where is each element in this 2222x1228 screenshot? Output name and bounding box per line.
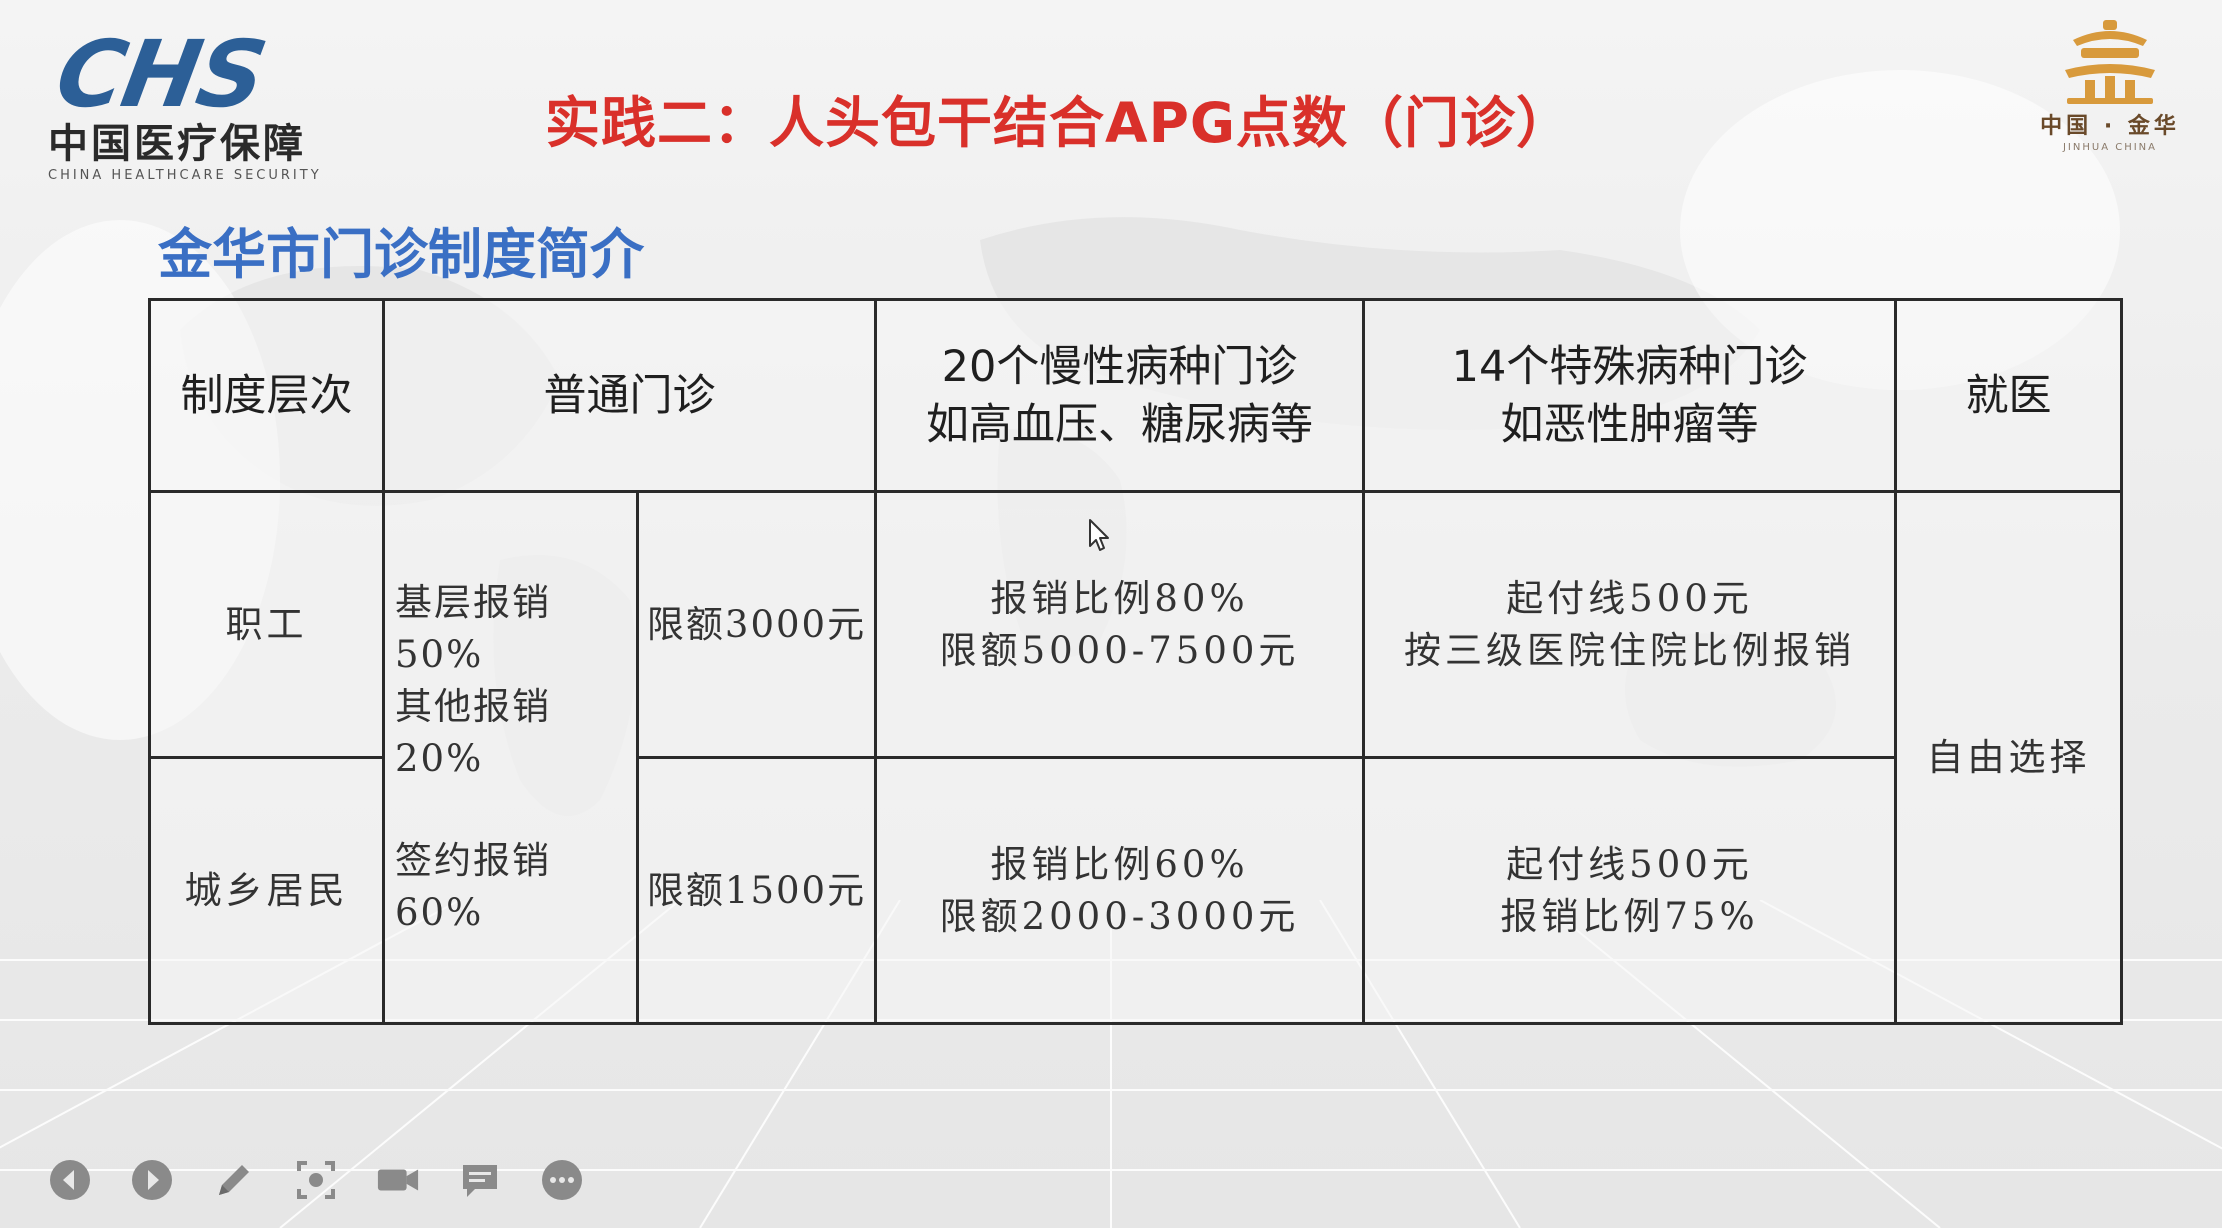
jinhua-emblem-icon bbox=[2065, 20, 2155, 104]
header-special-line1: 14个特殊病种门诊 bbox=[1451, 341, 1808, 392]
header-visit: 就医 bbox=[1894, 298, 2123, 493]
camera-icon[interactable] bbox=[376, 1158, 420, 1202]
resident-chronic-line2: 限额2000-3000元 bbox=[939, 894, 1300, 938]
header-special: 14个特殊病种门诊 如恶性肿瘤等 bbox=[1362, 298, 1897, 493]
pen-icon[interactable] bbox=[212, 1158, 256, 1202]
resident-chronic-line1: 报销比例60% bbox=[990, 842, 1249, 886]
chs-logo-mark: CHS bbox=[48, 21, 273, 128]
header-chronic-line2: 如高血压、糖尿病等 bbox=[926, 399, 1313, 450]
table-row: 职工 基层报销50% 其他报销20% 签约报销60% 限额3000元 报销比例8… bbox=[148, 490, 2123, 1025]
outpatient-system-table: 制度层次 普通门诊 20个慢性病种门诊 如高血压、糖尿病等 14个特殊病种门诊 … bbox=[148, 298, 2123, 1025]
chs-logo: CHS 中国医疗保障 CHINA HEALTHCARE SECURITY bbox=[48, 21, 388, 183]
jinhua-logo-chinese: 中国 · 金华 bbox=[2040, 114, 2180, 139]
prev-icon[interactable] bbox=[48, 1158, 92, 1202]
header-special-line2: 如恶性肿瘤等 bbox=[1500, 399, 1759, 450]
employee-special-line2: 按三级医院住院比例报销 bbox=[1404, 628, 1855, 672]
employee-special-line1: 起付线500元 bbox=[1506, 576, 1753, 620]
jinhua-logo-english: JINHUA CHINA bbox=[2062, 142, 2157, 153]
screenshot-icon[interactable] bbox=[294, 1158, 338, 1202]
header-general: 普通门诊 bbox=[382, 298, 877, 493]
row-label-employee: 职工 bbox=[148, 490, 385, 759]
resident-chronic: 报销比例60% 限额2000-3000元 bbox=[874, 756, 1365, 1025]
comment-icon[interactable] bbox=[458, 1158, 502, 1202]
chs-logo-english: CHINA HEALTHCARE SECURITY bbox=[48, 168, 322, 183]
mouse-pointer-icon bbox=[1089, 519, 1109, 551]
general-line3: 签约报销60% bbox=[395, 838, 551, 934]
employee-chronic-line2: 限额5000-7500元 bbox=[939, 628, 1300, 672]
resident-limit: 限额1500元 bbox=[636, 756, 877, 1025]
row-label-resident: 城乡居民 bbox=[148, 756, 385, 1025]
header-chronic: 20个慢性病种门诊 如高血压、糖尿病等 bbox=[874, 298, 1365, 493]
chs-logo-chinese: 中国医疗保障 bbox=[48, 121, 306, 167]
employee-chronic: 报销比例80% 限额5000-7500元 bbox=[874, 490, 1365, 759]
resident-special: 起付线500元 报销比例75% bbox=[1362, 756, 1897, 1025]
slide-title: 实践二：人头包干结合APG点数（门诊） bbox=[545, 91, 1573, 155]
section-subtitle: 金华市门诊制度简介 bbox=[158, 223, 644, 286]
resident-special-line2: 报销比例75% bbox=[1500, 894, 1759, 938]
header-chronic-line1: 20个慢性病种门诊 bbox=[941, 341, 1298, 392]
next-icon[interactable] bbox=[130, 1158, 174, 1202]
resident-special-line1: 起付线500元 bbox=[1506, 842, 1753, 886]
general-line1: 基层报销50% bbox=[395, 580, 551, 676]
general-line2: 其他报销20% bbox=[395, 684, 551, 780]
jinhua-logo: 中国 · 金华 JINHUA CHINA bbox=[2020, 18, 2200, 168]
visit-choice-cell: 自由选择 bbox=[1894, 490, 2123, 1025]
table-header-row: 制度层次 普通门诊 20个慢性病种门诊 如高血压、糖尿病等 14个特殊病种门诊 … bbox=[148, 298, 2123, 493]
general-reimbursement-cell: 基层报销50% 其他报销20% 签约报销60% bbox=[382, 490, 639, 1025]
more-icon[interactable] bbox=[540, 1158, 584, 1202]
header-level: 制度层次 bbox=[148, 298, 385, 493]
employee-limit: 限额3000元 bbox=[636, 490, 877, 759]
employee-special: 起付线500元 按三级医院住院比例报销 bbox=[1362, 490, 1897, 759]
employee-chronic-line1: 报销比例80% bbox=[990, 576, 1249, 620]
